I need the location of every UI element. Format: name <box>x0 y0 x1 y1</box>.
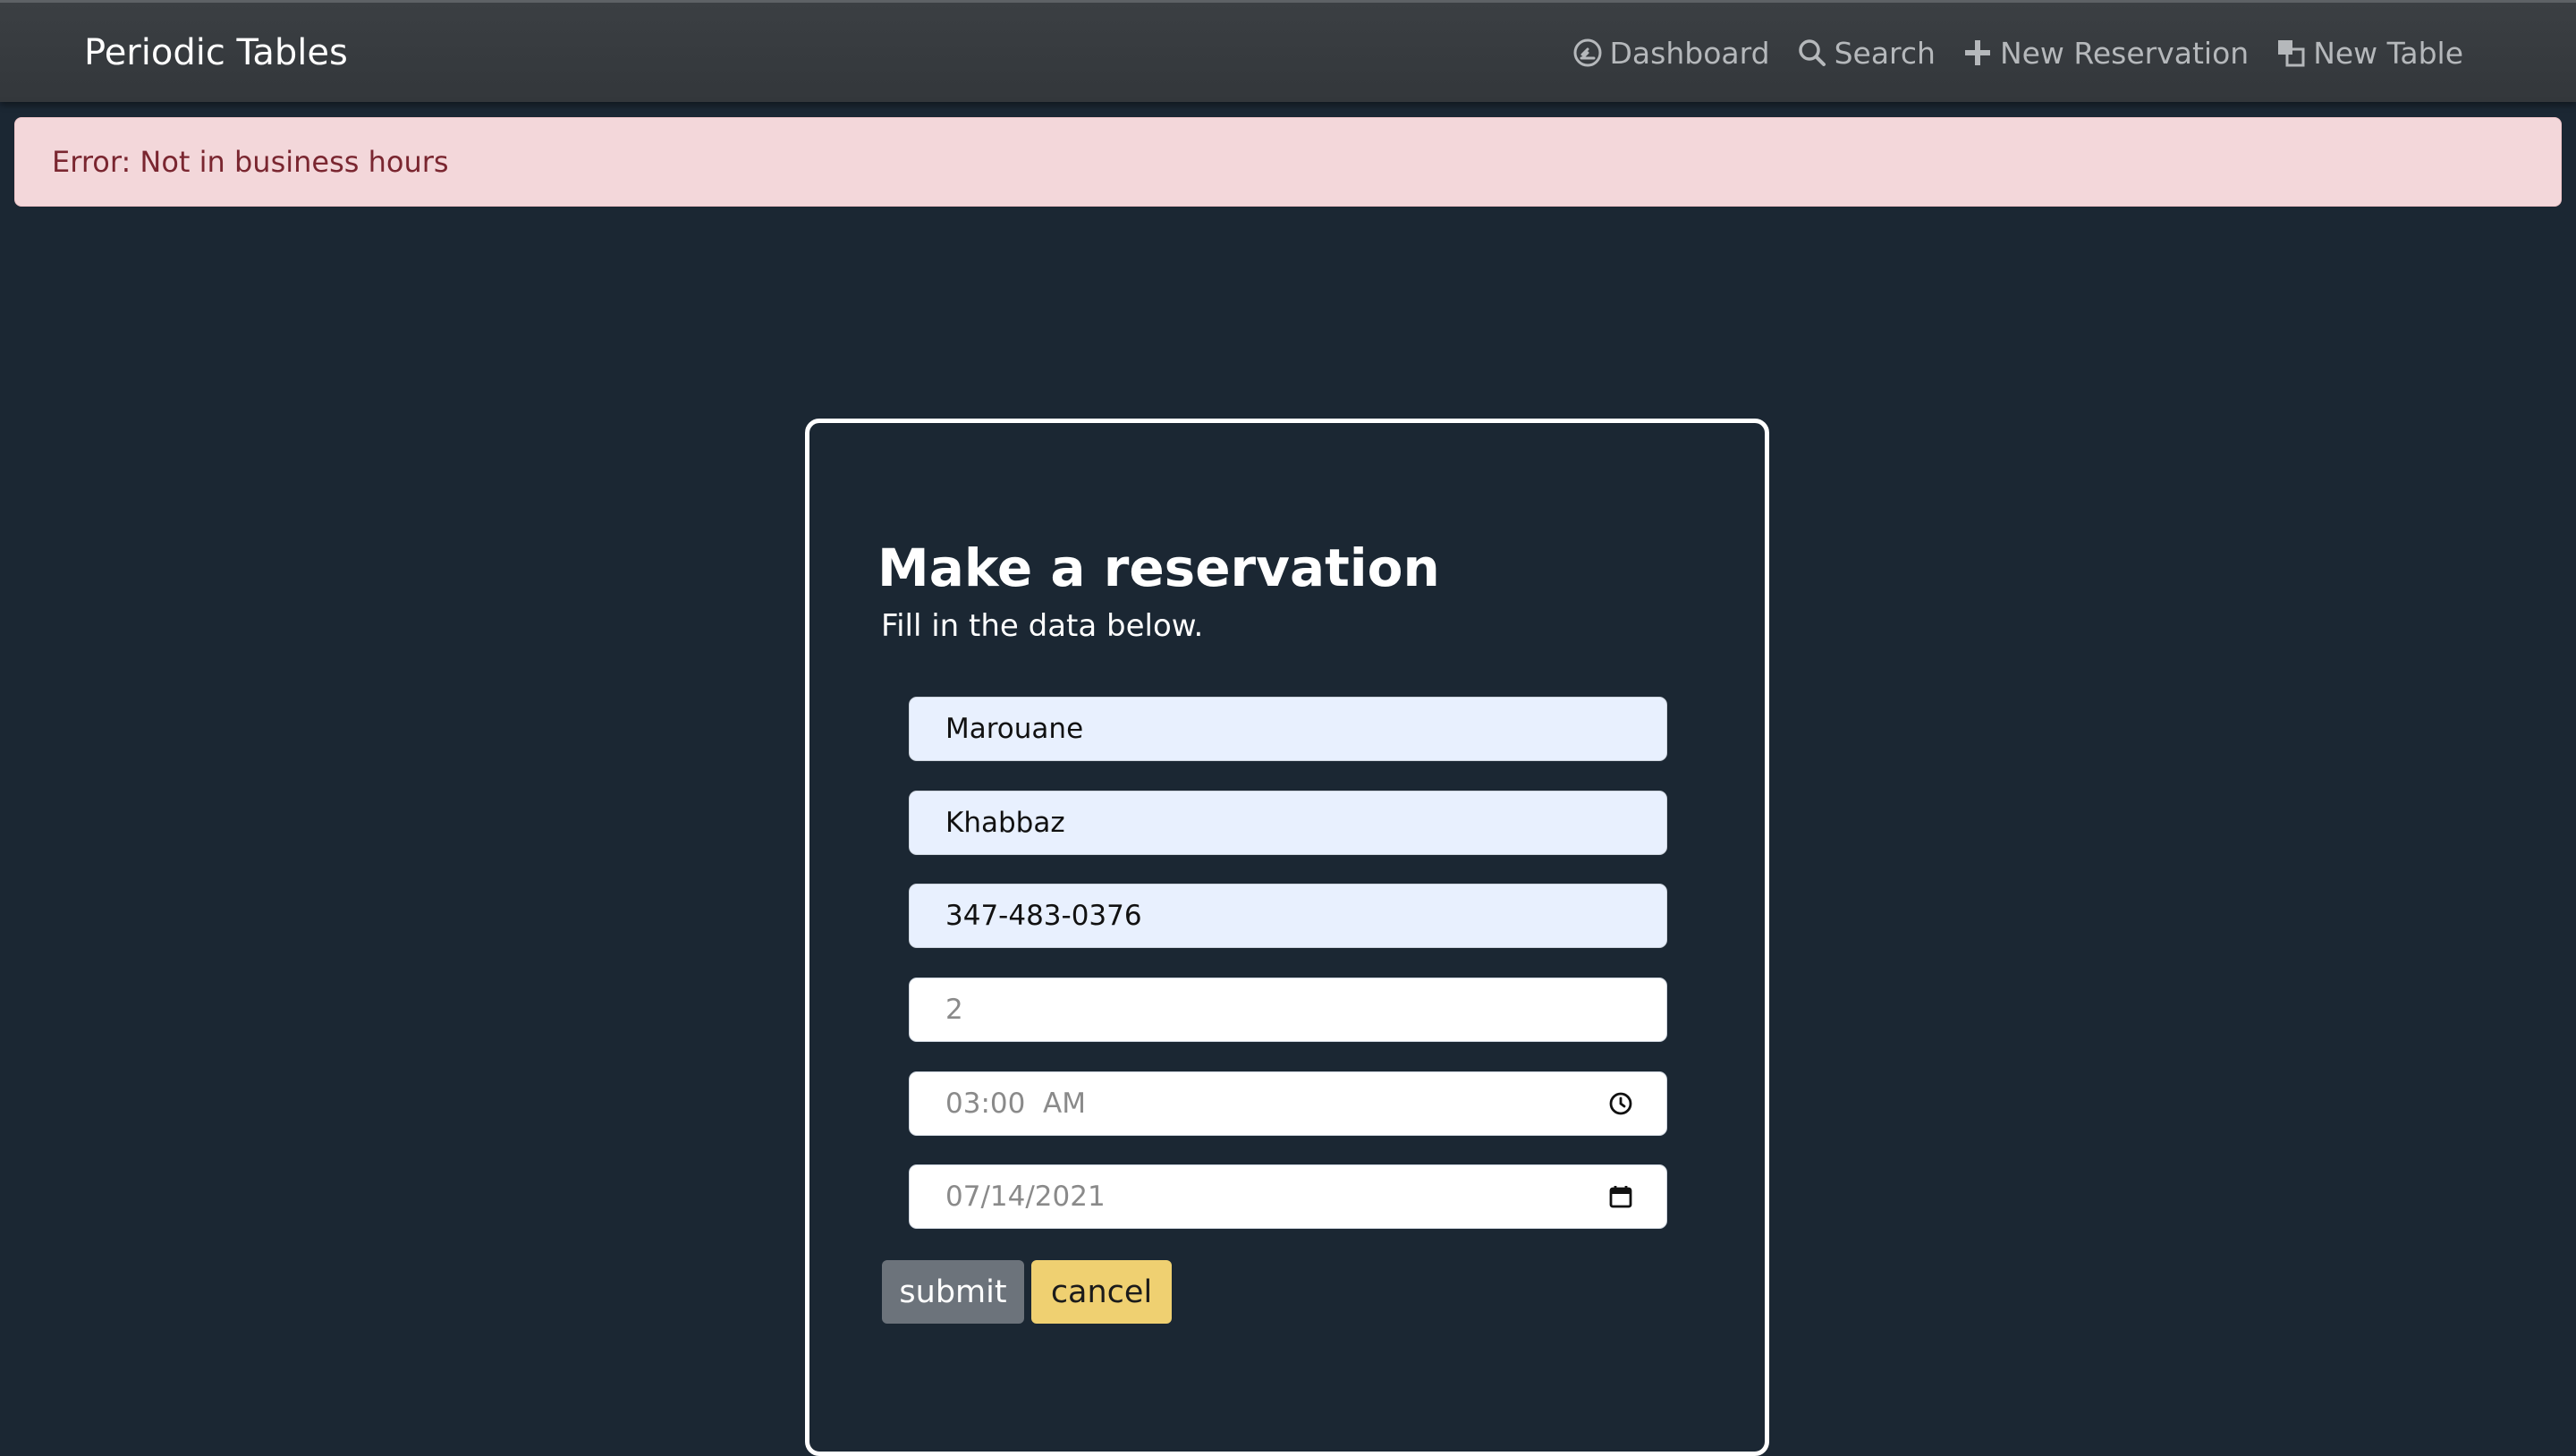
nav-link-dashboard[interactable]: Dashboard <box>1572 36 1770 71</box>
people-input[interactable]: 2 <box>909 978 1667 1042</box>
nav-link-label: New Reservation <box>1999 35 2250 71</box>
nav-link-label: Dashboard <box>1609 35 1770 71</box>
reservation-time-input[interactable]: 03:00 AM <box>909 1071 1667 1136</box>
people-value: 2 <box>945 994 963 1026</box>
first-name-input[interactable]: Marouane <box>909 697 1667 761</box>
reservation-time-value: 03:00 AM <box>945 1088 1086 1120</box>
plus-icon <box>1962 38 1993 68</box>
form-title: Make a reservation <box>877 538 1440 598</box>
error-message: Error: Not in business hours <box>52 145 449 179</box>
cancel-button[interactable]: cancel <box>1031 1260 1172 1324</box>
reservation-date-input[interactable]: 07/14/2021 <box>909 1164 1667 1229</box>
nav-link-label: New Table <box>2313 35 2463 71</box>
error-alert: Error: Not in business hours <box>14 117 2562 207</box>
layers-icon <box>2275 38 2306 68</box>
last-name-value: Khabbaz <box>945 807 1065 839</box>
calendar-icon[interactable] <box>1607 1183 1634 1210</box>
navbar: Periodic Tables Dashboard Search New Res… <box>0 0 2576 102</box>
clock-icon[interactable] <box>1607 1090 1634 1117</box>
nav-link-label: Search <box>1834 35 1936 71</box>
mobile-number-input[interactable]: 347-483-0376 <box>909 884 1667 948</box>
form-subtitle: Fill in the data below. <box>881 608 1204 644</box>
brand-title[interactable]: Periodic Tables <box>84 30 348 75</box>
mobile-number-value: 347-483-0376 <box>945 900 1142 932</box>
nav-link-new-table[interactable]: New Table <box>2275 36 2463 71</box>
nav-links: Dashboard Search New Reservation New Tab… <box>1572 30 2463 75</box>
nav-link-search[interactable]: Search <box>1797 36 1936 71</box>
submit-button[interactable]: submit <box>882 1260 1024 1324</box>
reservation-date-value: 07/14/2021 <box>945 1181 1106 1213</box>
dashboard-icon <box>1572 38 1603 68</box>
last-name-input[interactable]: Khabbaz <box>909 791 1667 855</box>
first-name-value: Marouane <box>945 713 1084 745</box>
nav-link-new-reservation[interactable]: New Reservation <box>1962 36 2249 71</box>
search-icon <box>1797 38 1827 68</box>
